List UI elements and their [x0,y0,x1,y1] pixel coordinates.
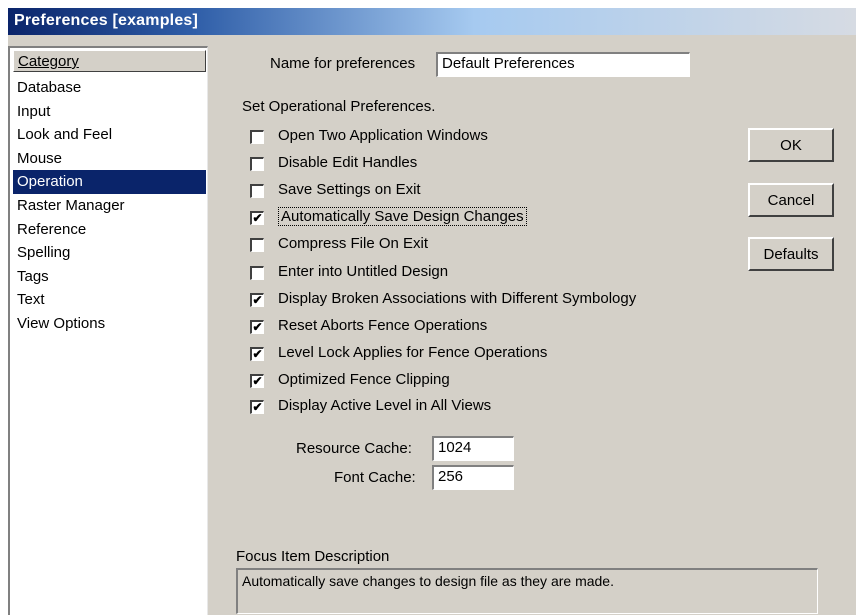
window-title: Preferences [examples] [14,12,199,29]
checkbox-box[interactable] [250,238,264,252]
category-item-mouse[interactable]: Mouse [13,147,206,171]
focus-item-description-label: Focus Item Description [236,548,390,565]
checkbox-box[interactable]: ✔ [250,211,264,225]
font-cache-input[interactable]: 256 [432,465,514,490]
category-item-view-options[interactable]: View Options [13,312,206,336]
category-header[interactable]: Category [13,50,206,72]
checkbox-label: Enter into Untitled Design [278,263,449,280]
checkbox-label: Automatically Save Design Changes [278,207,527,226]
category-item-database[interactable]: Database [13,76,206,100]
checkbox-label: Level Lock Applies for Fence Operations [278,344,548,361]
checkbox-label: Save Settings on Exit [278,181,421,198]
checkbox-label: Compress File On Exit [278,235,429,252]
cancel-button[interactable]: Cancel [748,183,834,217]
focus-item-description-box: Automatically save changes to design fil… [236,568,818,614]
category-item-input[interactable]: Input [13,100,206,124]
section-label: Set Operational Preferences. [242,98,436,115]
focus-item-description-text: Automatically save changes to design fil… [242,573,614,589]
category-header-label: Category [18,53,79,70]
checkbox-box[interactable]: ✔ [250,374,264,388]
checkbox-box[interactable] [250,130,264,144]
checkbox-label: Disable Edit Handles [278,154,418,171]
checkbox-box[interactable]: ✔ [250,400,264,414]
defaults-button[interactable]: Defaults [748,237,834,271]
checkbox-label: Open Two Application Windows [278,127,488,144]
ok-button[interactable]: OK [748,128,834,162]
name-for-preferences-label: Name for preferences [270,55,416,72]
checkbox-box[interactable] [250,157,264,171]
category-item-look-and-feel[interactable]: Look and Feel [13,123,206,147]
category-item-raster-manager[interactable]: Raster Manager [13,194,206,218]
category-item-operation[interactable]: Operation [13,170,206,194]
checkbox-label: Reset Aborts Fence Operations [278,317,488,334]
category-item-tags[interactable]: Tags [13,265,206,289]
checkbox-label: Optimized Fence Clipping [278,371,450,388]
checkbox-box[interactable]: ✔ [250,293,264,307]
name-for-preferences-input[interactable]: Default Preferences [436,52,690,77]
checkbox-box[interactable]: ✔ [250,347,264,361]
category-list-panel[interactable]: Category Database Input Look and Feel Mo… [8,46,208,615]
operation-preferences-panel: Name for preferences Default Preferences… [218,35,856,615]
category-item-spelling[interactable]: Spelling [13,241,206,265]
preferences-window: Preferences [examples] Category Database… [8,8,856,615]
category-item-text[interactable]: Text [13,288,206,312]
category-item-reference[interactable]: Reference [13,218,206,242]
resource-cache-input[interactable]: 1024 [432,436,514,461]
checkbox-label: Display Broken Associations with Differe… [278,290,637,307]
checkbox-box[interactable]: ✔ [250,320,264,334]
title-bar[interactable]: Preferences [examples] [8,8,856,35]
checkbox-box[interactable] [250,266,264,280]
font-cache-label: Font Cache: [334,469,416,486]
category-list: Database Input Look and Feel Mouse Opera… [13,76,206,336]
checkbox-label: Display Active Level in All Views [278,397,492,414]
checkbox-box[interactable] [250,184,264,198]
resource-cache-label: Resource Cache: [296,440,412,457]
